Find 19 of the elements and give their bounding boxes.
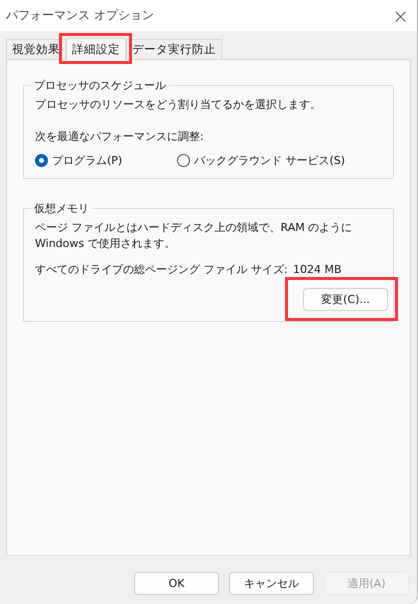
- tab[interactable]: 視覚効果: [6, 39, 66, 59]
- radio-label[interactable]: プログラム(P): [52, 153, 122, 168]
- close-button[interactable]: ×: [392, 4, 409, 28]
- group-title: 仮想メモリ: [33, 201, 90, 216]
- description-text: ページ ファイルとはハードディスク上の領域で、RAM のように Windows で使用されます。: [35, 220, 354, 252]
- size-label: すべてのドライブの総ページング ファイル サイズ:: [35, 262, 289, 278]
- radio-button[interactable]: [177, 154, 190, 167]
- tab[interactable]: 詳細設定: [66, 38, 126, 60]
- tab[interactable]: データ実行防止: [126, 39, 222, 59]
- dialog-button[interactable]: キャンセル: [229, 572, 314, 595]
- radio-label[interactable]: バックグラウンド サービス(S): [194, 153, 346, 168]
- radio-button[interactable]: [35, 154, 48, 167]
- window-title: パフォーマンス オプション: [6, 7, 154, 24]
- change-button[interactable]: 変更(C)...: [303, 288, 388, 311]
- group-title: プロセッサのスケジュール: [33, 78, 167, 93]
- size-value: 1024 MB: [293, 262, 342, 278]
- dialog-button[interactable]: OK: [134, 572, 219, 595]
- adjust-label: 次を最適なパフォーマンスに調整:: [35, 129, 205, 145]
- description-text: プロセッサのリソースをどう割り当てるかを選択します。: [35, 97, 322, 113]
